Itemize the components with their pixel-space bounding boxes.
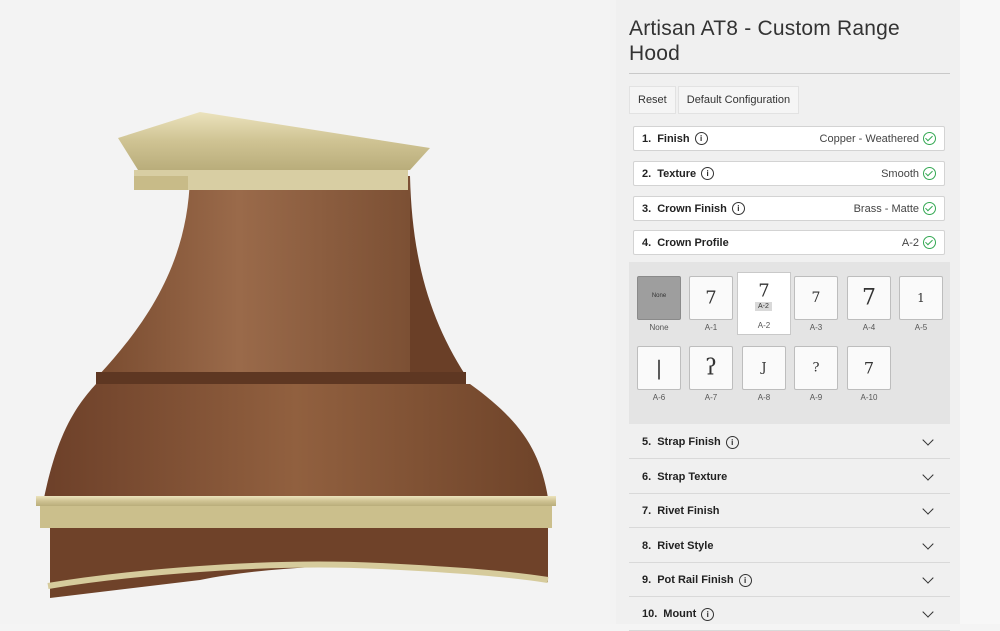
profile-shape-icon: 7 <box>705 287 717 309</box>
hood-mid-band <box>96 372 466 384</box>
profile-shape-icon: | <box>655 356 663 380</box>
step-pot-rail-finish[interactable]: 9. Pot Rail Finish i <box>629 564 950 597</box>
action-buttons: Reset Default Configuration <box>629 86 800 114</box>
profile-option-a9[interactable]: ? A-9 <box>794 346 838 402</box>
profile-thumbnail: 7 <box>689 276 733 320</box>
crown-shadow <box>134 176 188 190</box>
step-strap-texture[interactable]: 6. Strap Texture <box>629 461 950 494</box>
chevron-down-icon[interactable] <box>922 572 934 584</box>
step-finish[interactable]: 1. Finish i Copper - Weathered <box>633 126 945 151</box>
profile-shape-icon: 7 <box>863 358 875 378</box>
profile-shape-icon: J <box>761 360 767 376</box>
step-rivet-finish[interactable]: 7. Rivet Finish <box>629 495 950 528</box>
hood-trim-body <box>40 506 552 528</box>
profile-option-a2[interactable]: 7 A-2 A-2 <box>737 272 791 335</box>
profile-option-a7[interactable]: ʔ A-7 <box>689 346 733 402</box>
profile-shape-icon: 7 <box>758 280 770 302</box>
profile-thumbnail: J <box>742 346 786 390</box>
hood-trim-top <box>36 496 556 506</box>
profile-option-a10[interactable]: 7 A-10 <box>847 346 891 402</box>
check-icon <box>923 132 936 145</box>
info-icon[interactable]: i <box>701 167 715 180</box>
step-rivet-style[interactable]: 8. Rivet Style <box>629 530 950 563</box>
title-divider <box>629 73 950 74</box>
configuration-panel: Artisan AT8 - Custom Range Hood Reset De… <box>616 0 960 631</box>
product-viewer[interactable] <box>0 0 616 624</box>
step-value: Brass - Matte <box>853 202 919 215</box>
step-strap-finish[interactable]: 5. Strap Finish i <box>629 426 950 459</box>
profile-thumbnail: 1 <box>899 276 943 320</box>
profile-thumbnail: 7 A-2 <box>743 276 785 318</box>
right-gutter <box>960 0 1000 624</box>
step-label: Texture <box>657 167 697 180</box>
check-icon <box>923 236 936 249</box>
chevron-down-icon[interactable] <box>922 434 934 446</box>
profile-option-a3[interactable]: 7 A-3 <box>794 276 838 332</box>
profile-option-none[interactable]: None None <box>637 276 681 332</box>
profile-shape-icon: 7 <box>862 285 876 311</box>
profile-shape-icon: ʔ <box>705 355 717 381</box>
profile-thumbnail: ? <box>794 346 838 390</box>
step-label: Crown Profile <box>657 236 729 249</box>
crown-profile-options: None None 7 A-1 7 A-2 A-2 7 A-3 7 A-4 1 … <box>629 262 950 424</box>
profile-shape-icon: 7 <box>811 290 821 306</box>
profile-option-a8[interactable]: J A-8 <box>742 346 786 402</box>
chevron-down-icon[interactable] <box>922 606 934 618</box>
profile-thumbnail: None <box>637 276 681 320</box>
profile-thumbnail: 7 <box>847 346 891 390</box>
profile-option-a1[interactable]: 7 A-1 <box>689 276 733 332</box>
profile-shape-icon: ? <box>812 360 820 376</box>
chevron-down-icon[interactable] <box>922 503 934 515</box>
info-icon[interactable]: i <box>731 202 745 215</box>
crown-molding <box>118 112 430 170</box>
check-icon <box>923 202 936 215</box>
info-icon[interactable]: i <box>701 607 715 621</box>
profile-thumbnail: 7 <box>794 276 838 320</box>
step-texture[interactable]: 2. Texture i Smooth <box>633 161 945 186</box>
profile-thumbnail: 7 <box>847 276 891 320</box>
check-icon <box>923 167 936 180</box>
info-icon[interactable]: i <box>738 573 752 587</box>
hood-upper-body <box>98 176 410 376</box>
info-icon[interactable]: i <box>694 132 708 145</box>
range-hood-render[interactable] <box>0 0 616 624</box>
product-title: Artisan AT8 - Custom Range Hood <box>629 17 900 65</box>
profile-thumbnail: | <box>637 346 681 390</box>
profile-thumbnail: ʔ <box>689 346 733 390</box>
profile-option-a6[interactable]: | A-6 <box>637 346 681 402</box>
step-label: Crown Finish <box>657 202 727 215</box>
step-value: A-2 <box>901 236 919 249</box>
hood-lower-body <box>44 384 548 498</box>
profile-tooltip: A-2 <box>755 302 772 311</box>
profile-shape-icon: 1 <box>917 291 925 305</box>
reset-button[interactable]: Reset <box>629 86 676 114</box>
step-label: Finish <box>657 132 690 145</box>
info-icon[interactable]: i <box>725 435 739 449</box>
step-value: Copper - Weathered <box>819 132 919 145</box>
step-crown-finish[interactable]: 3. Crown Finish i Brass - Matte <box>633 196 945 221</box>
chevron-down-icon[interactable] <box>922 538 934 550</box>
profile-option-a5[interactable]: 1 A-5 <box>899 276 943 332</box>
step-value: Smooth <box>881 167 919 180</box>
hood-upper-side <box>410 176 466 376</box>
step-mount[interactable]: 10. Mount i <box>629 598 950 631</box>
profile-option-a4[interactable]: 7 A-4 <box>847 276 891 332</box>
chevron-down-icon[interactable] <box>922 469 934 481</box>
step-crown-profile[interactable]: 4. Crown Profile A-2 <box>633 230 945 255</box>
default-configuration-button[interactable]: Default Configuration <box>677 86 800 114</box>
